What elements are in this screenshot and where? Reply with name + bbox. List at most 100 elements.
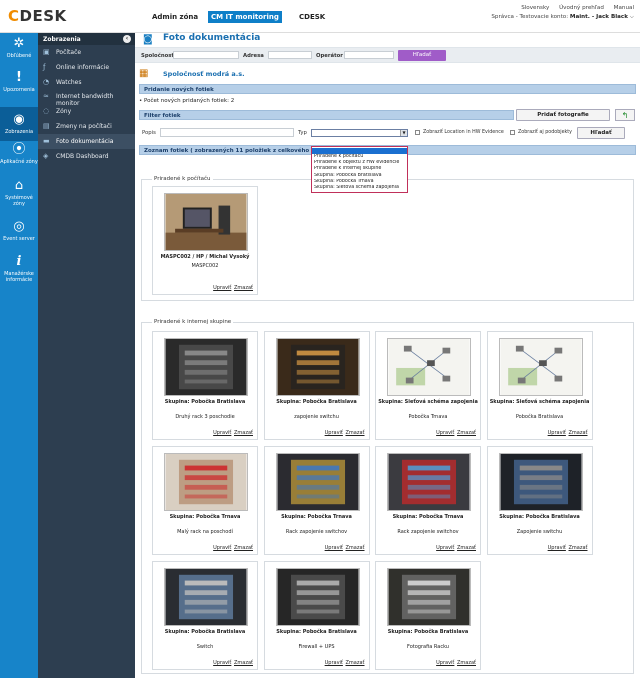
delete-link[interactable]: Zmazať [234, 285, 253, 291]
new-photos-bar[interactable]: Pridanie nových fotiek [139, 84, 636, 94]
dropdown-option[interactable]: Skupina: Sieťová schéma zapojenia [312, 185, 407, 191]
delete-link[interactable]: Zmazať [457, 660, 476, 666]
nav-cm-it-monitoring[interactable]: CM IT monitoring [208, 11, 282, 23]
similar-checkbox-label: Zobraziť aj podobjekty [518, 130, 573, 135]
cabling-photo[interactable] [275, 453, 360, 511]
filter-search-button[interactable]: Hľadať [577, 127, 625, 139]
collapse-icon[interactable]: ‹ [123, 35, 131, 43]
language-link[interactable]: Slovensky [521, 5, 549, 11]
card-actions: Upraviť Zmazať [324, 660, 365, 666]
menu-item-zony[interactable]: ◌ Zóny [38, 104, 135, 119]
menu-item-bandwidth[interactable]: ≈ Internet bandwidth monitor [38, 89, 135, 107]
card-group: Skupina: Pobočka Bratislava [164, 629, 246, 635]
nav-admin-zona[interactable]: Admin zóna [149, 11, 201, 23]
section-group: Priradené k internej skupine Skupina: Po… [141, 319, 634, 674]
dashboard-icon: ◈ [43, 151, 49, 160]
typ-select[interactable]: ▼ [311, 129, 408, 137]
watch-icon: ◔ [43, 77, 50, 86]
photo-card: Skupina: Pobočka Bratislava Firewall + UP… [263, 561, 370, 670]
menu-item-foto[interactable]: ▬ Foto dokumentácia [38, 133, 135, 149]
ups-photo[interactable] [275, 568, 360, 626]
patch-photo[interactable] [387, 453, 471, 511]
photo-card: Skupina: Pobočka Bratislava Zapojenie swi… [486, 446, 593, 555]
rack3-photo[interactable] [164, 568, 248, 626]
menu-item-watches[interactable]: ◔ Watches [38, 75, 135, 90]
page-header: ◙ Foto dokumentácia [135, 33, 640, 47]
menu-item-online[interactable]: ƒ Online informácie [38, 60, 135, 75]
iconbar-event-server[interactable]: ◎ Event server [0, 220, 38, 243]
card-description: Pobočka Bratislava [515, 414, 564, 420]
delete-link[interactable]: Zmazať [568, 430, 587, 436]
network-diagram-image[interactable] [498, 338, 583, 396]
iconbar-views[interactable]: ◉ Zobrazenia [0, 107, 38, 141]
card-group: Skupina: Pobočka Bratislava [164, 399, 246, 405]
account-menu[interactable]: Správca - Testovacie konto: Maint. - Jac… [491, 13, 634, 22]
delete-link[interactable]: Zmazať [568, 545, 587, 551]
menu-item-pocitace[interactable]: ▣ Počítače [38, 45, 135, 60]
menu-item-cmdb[interactable]: ◈ CMDB Dashboard [38, 149, 135, 164]
app-zone-icon: ⦿ [12, 142, 26, 157]
card-description: Pobočka Trnava [408, 414, 448, 420]
overview-link[interactable]: Úvodný prehľad [559, 5, 604, 11]
iconbar-app-zones[interactable]: ⦿ Aplikačné zóny [0, 142, 38, 166]
edit-link[interactable]: Upraviť [548, 545, 566, 551]
cdesk-logo[interactable]: CDESK [8, 7, 67, 25]
edit-link[interactable]: Upraviť [325, 660, 343, 666]
edit-link[interactable]: Upraviť [213, 430, 231, 436]
similar-checkbox[interactable] [510, 130, 515, 135]
add-photos-button[interactable]: Pridať fotografie [516, 109, 610, 121]
delete-link[interactable]: Zmazať [234, 545, 253, 551]
card-group: Skupina: Pobočka Bratislava [387, 629, 469, 635]
card-description: Switch [196, 644, 214, 650]
edit-link[interactable]: Upraviť [548, 430, 566, 436]
location-checkbox[interactable] [415, 130, 420, 135]
delete-link[interactable]: Zmazať [345, 430, 364, 436]
edit-link[interactable]: Upraviť [436, 660, 454, 666]
info-icon: i [16, 254, 22, 269]
popis-input[interactable] [160, 128, 294, 137]
menu-item-zmeny[interactable]: ▤ Zmeny na počítači [38, 119, 135, 134]
iconbar-favorites[interactable]: ✲ Obľúbené [0, 37, 38, 60]
edit-link[interactable]: Upraviť [213, 285, 231, 291]
iconbar-alerts[interactable]: ! Upozornenia [0, 71, 38, 94]
filter-bar[interactable]: Filter fotiek [139, 110, 514, 120]
computer-photo[interactable] [164, 193, 248, 251]
photo-card: Skupina: Pobočka Bratislava Fotografia Ra… [375, 561, 481, 670]
edit-link[interactable]: Upraviť [325, 545, 343, 551]
card-actions: Upraviť Zmazať [212, 660, 253, 666]
delete-link[interactable]: Zmazať [234, 660, 253, 666]
edit-link[interactable]: Upraviť [213, 545, 231, 551]
zone-icon: ◌ [43, 107, 50, 116]
company-input[interactable] [173, 51, 239, 59]
rack-photo[interactable] [164, 338, 248, 396]
iconbar-system-zones[interactable]: ⌂ Systémové zóny [0, 179, 38, 208]
delete-link[interactable]: Zmazať [234, 430, 253, 436]
company-label: Spoločnosť [141, 53, 174, 59]
online-icon: ƒ [43, 62, 46, 71]
operator-input[interactable] [344, 51, 394, 59]
photo-card: Skupina: Pobočka Bratislava Druhý rack 3 … [152, 331, 258, 440]
manual-link[interactable]: Manual [614, 5, 634, 11]
card-description: Fotografia Racku [407, 644, 449, 650]
company-name: Spoločnosť modrá a.s. [163, 70, 245, 78]
edit-link[interactable]: Upraviť [436, 545, 454, 551]
rack2-photo[interactable] [498, 453, 583, 511]
nav-cdesk[interactable]: CDESK [296, 11, 328, 23]
address-input[interactable] [268, 51, 312, 59]
edit-link[interactable]: Upraviť [325, 430, 343, 436]
card-description: Rack zapojenie switchov [285, 529, 348, 535]
refresh-button[interactable]: ↰ [615, 109, 635, 121]
rack4-photo[interactable] [387, 568, 471, 626]
edit-link[interactable]: Upraviť [213, 660, 231, 666]
iconbar-manager-info[interactable]: i Manažérske informácie [0, 254, 38, 284]
delete-link[interactable]: Zmazať [345, 545, 364, 551]
delete-link[interactable]: Zmazať [457, 430, 476, 436]
card-description: zapojenie switchu [294, 414, 339, 420]
delete-link[interactable]: Zmazať [457, 545, 476, 551]
edit-link[interactable]: Upraviť [436, 430, 454, 436]
switch-photo[interactable] [275, 338, 360, 396]
pipes-photo[interactable] [164, 453, 248, 511]
search-button[interactable]: Hľadať [398, 50, 446, 61]
delete-link[interactable]: Zmazať [345, 660, 364, 666]
network-diagram-image[interactable] [387, 338, 471, 396]
